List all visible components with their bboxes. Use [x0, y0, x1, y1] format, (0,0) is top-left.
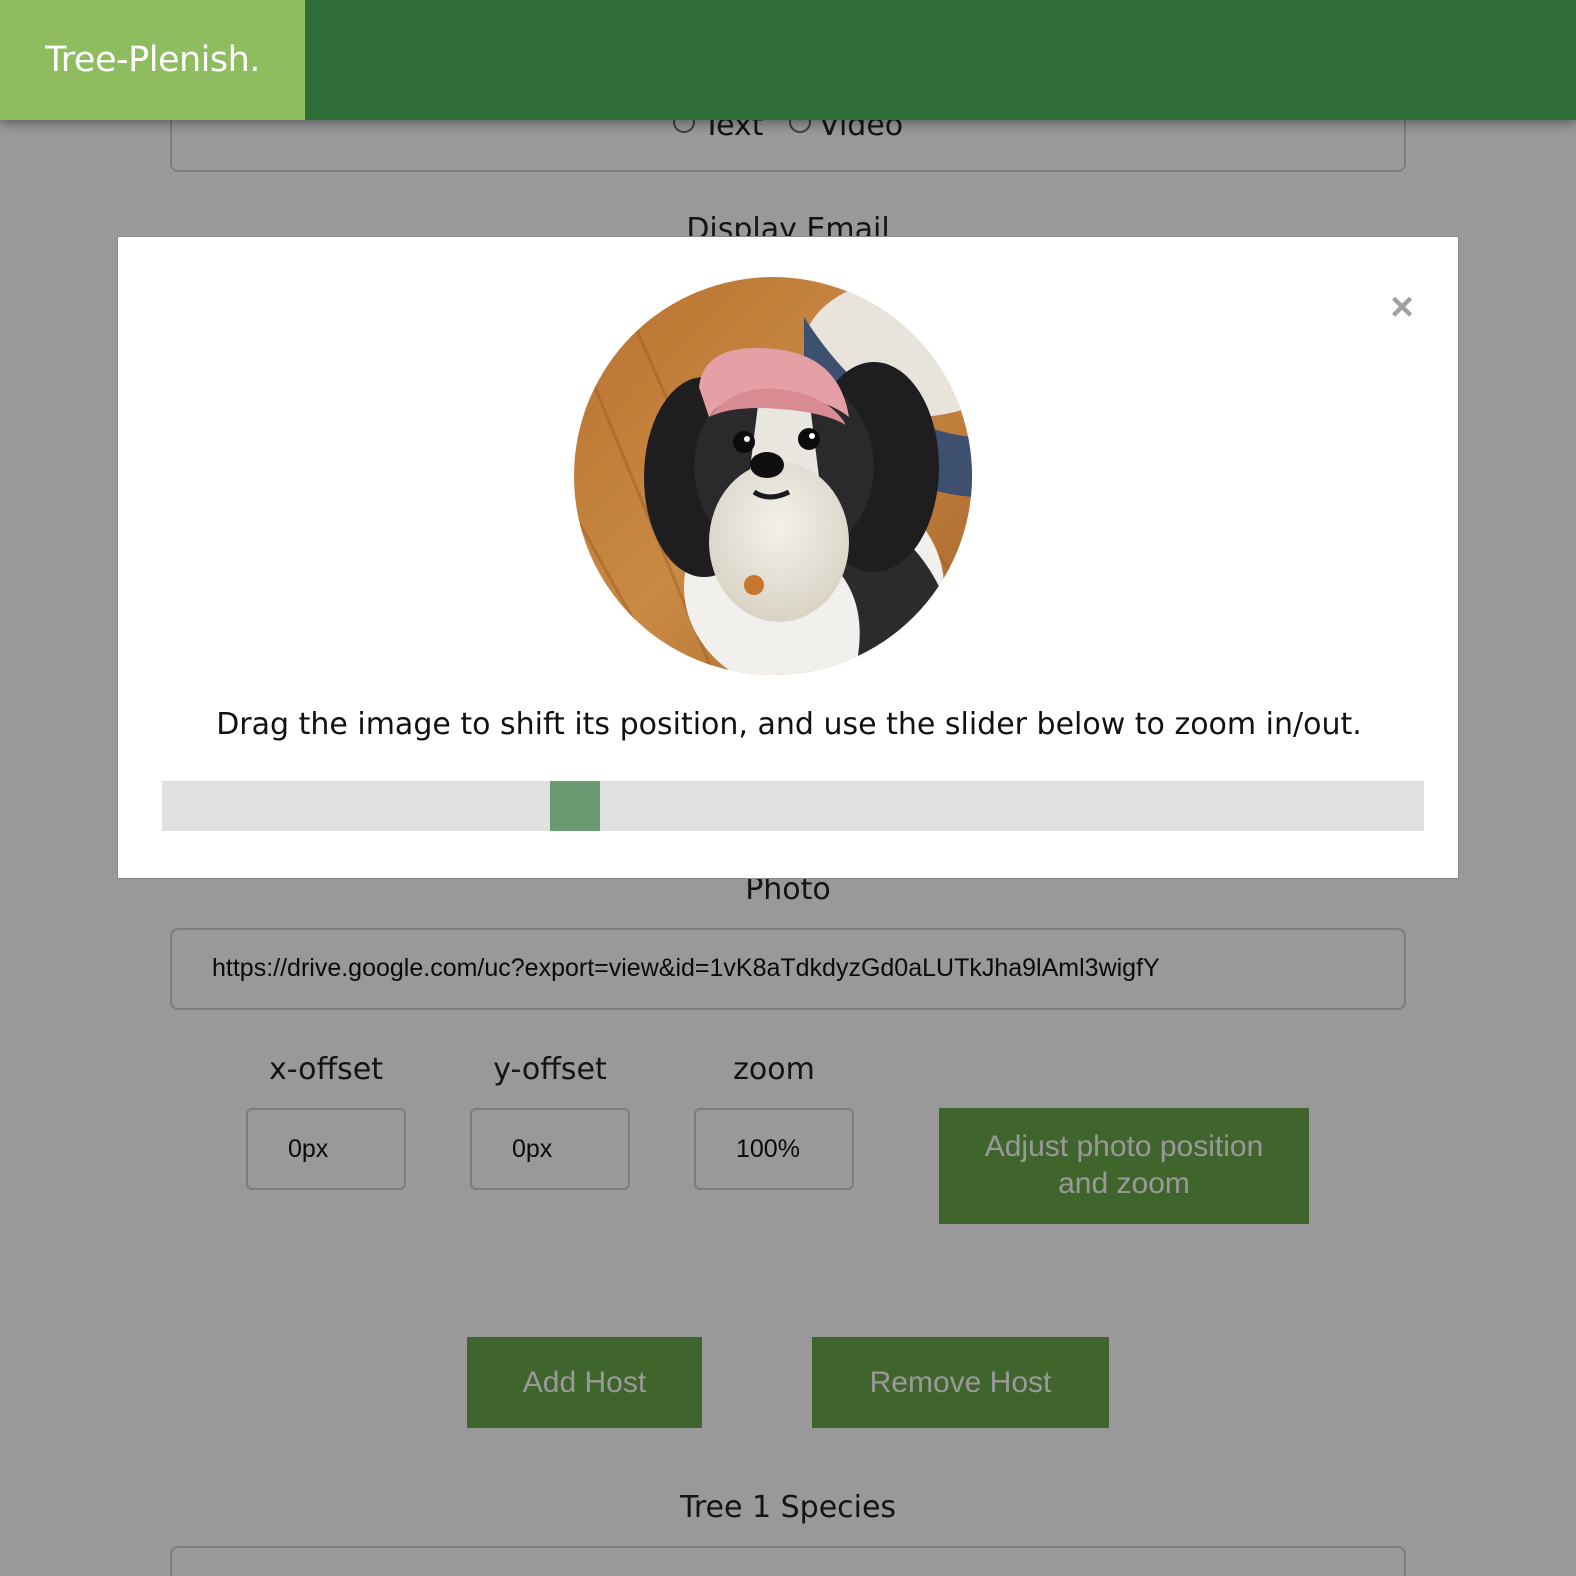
top-header: Tree-Plenish. — [0, 0, 1576, 120]
zoom-slider-thumb[interactable] — [550, 781, 600, 831]
logo[interactable]: Tree-Plenish. — [0, 0, 305, 120]
dog-photo-icon — [574, 277, 972, 675]
photo-adjust-modal: × Drag the image to shift its position, … — [117, 236, 1459, 879]
close-icon[interactable]: × — [1382, 287, 1422, 327]
zoom-slider[interactable] — [162, 781, 1424, 831]
instruction-text: Drag the image to shift its position, an… — [216, 707, 1362, 742]
dog-photo[interactable] — [574, 277, 972, 675]
